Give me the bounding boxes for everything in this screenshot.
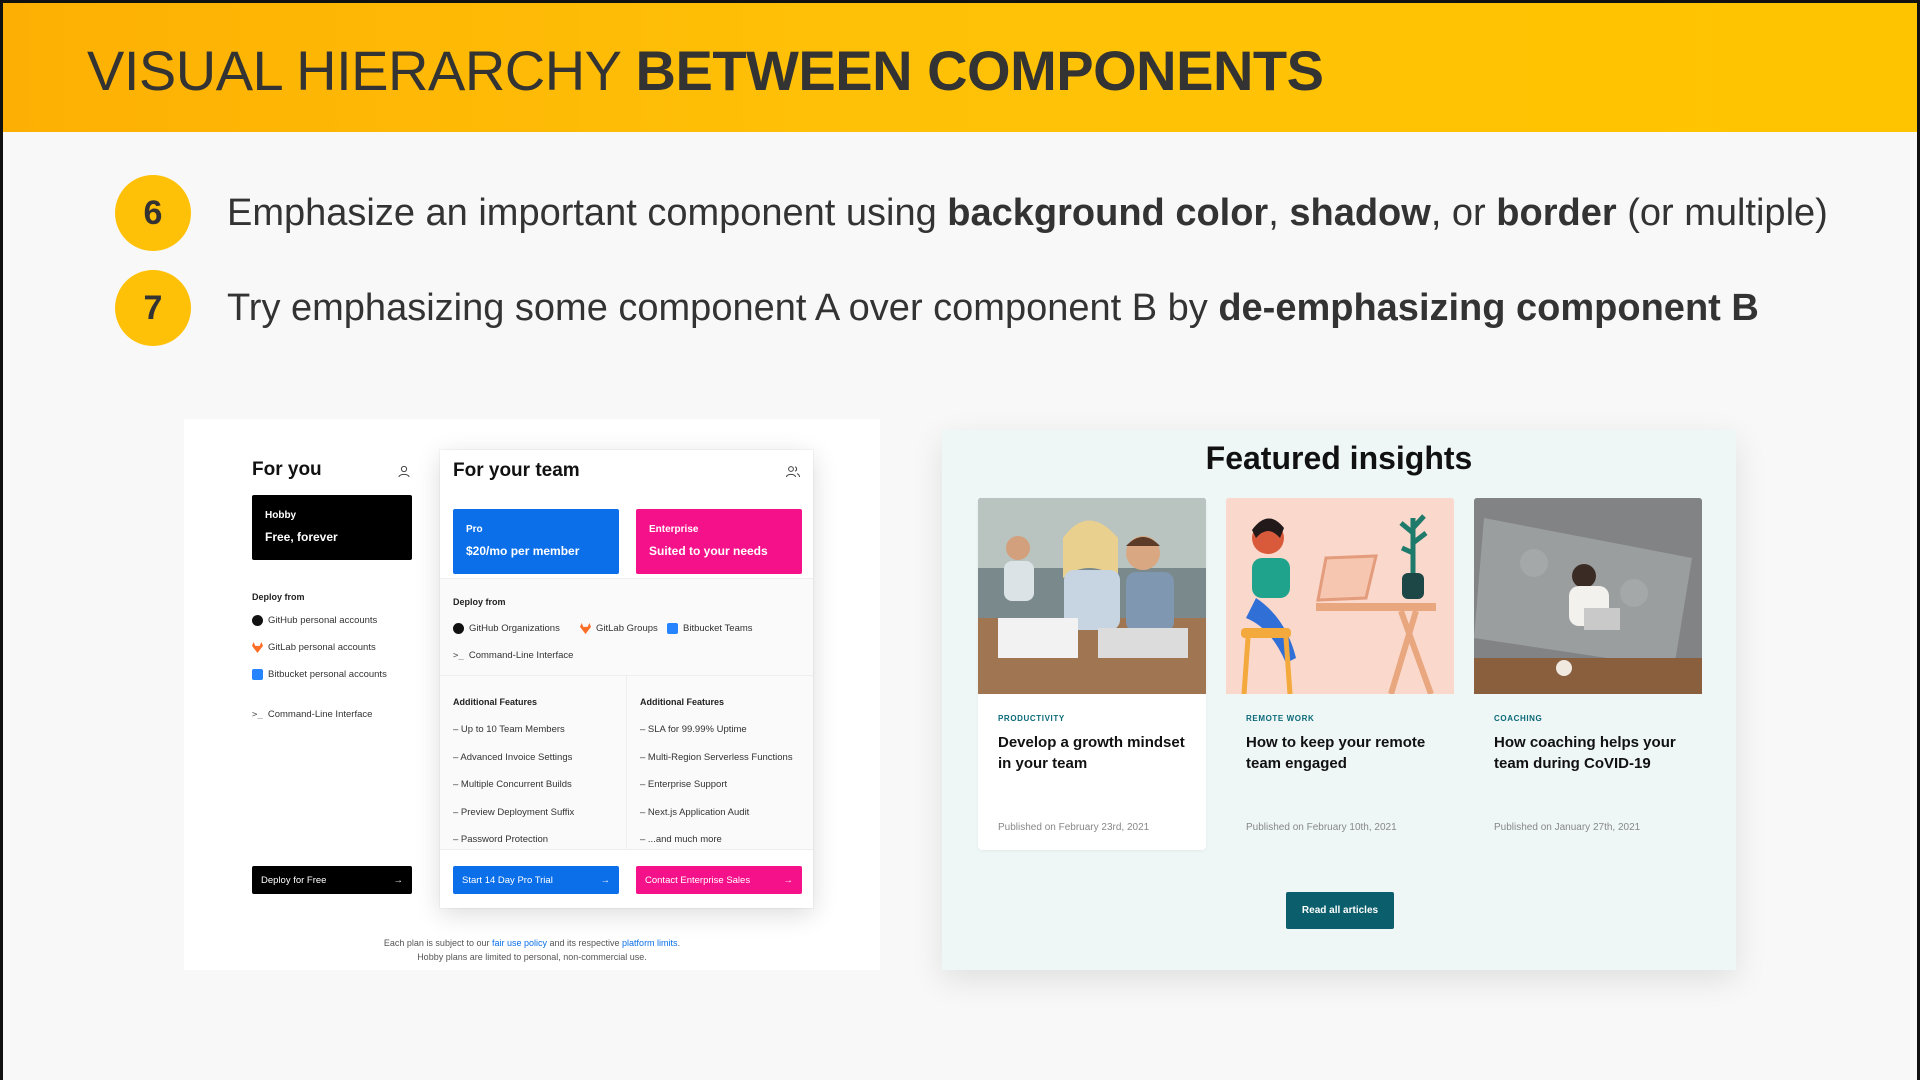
plan-card-hobby[interactable]: Hobby Free, forever	[252, 495, 412, 560]
features-area: Deploy from GitHub Organizations GitLab …	[440, 578, 813, 850]
plan-card-pro[interactable]: Pro $20/mo per member	[453, 509, 619, 574]
gitlab-icon	[252, 642, 263, 653]
user-icon	[398, 465, 410, 478]
article-date: Published on January 27th, 2021	[1494, 822, 1641, 833]
deploy-from-label: Deploy from	[453, 597, 506, 607]
slide-title: VISUAL HIERARCHY BETWEEN COMPONENTS	[87, 39, 1324, 102]
contact-enterprise-button[interactable]: Contact Enterprise Sales →	[636, 866, 802, 894]
feature-item: – Up to 10 Team Members	[453, 724, 565, 735]
features-label: Additional Features	[453, 697, 538, 707]
article-image-team-meeting	[978, 498, 1206, 694]
article-title: How to keep your remote team engaged	[1246, 734, 1426, 772]
source-item: GitHub Organizations	[453, 623, 560, 634]
column-title: For your team	[453, 460, 580, 481]
feature-item: – SLA for 99.99% Uptime	[640, 724, 747, 735]
features-list-enterprise: – SLA for 99.99% Uptime – Multi-Region S…	[640, 724, 793, 862]
arrow-right-icon: →	[783, 874, 794, 886]
article-title: How coaching helps your team during CoVI…	[1494, 734, 1676, 772]
source-item: GitHub personal accounts	[252, 615, 412, 626]
pricing-example-panel: For you Hobby Free, forever Deploy from …	[184, 419, 880, 970]
team-icon	[786, 466, 800, 478]
bitbucket-icon	[252, 669, 263, 680]
platform-limits-link[interactable]: platform limits	[622, 938, 678, 948]
footnote: Each plan is subject to our fair use pol…	[383, 938, 681, 948]
read-all-articles-button[interactable]: Read all articles	[1286, 892, 1394, 929]
article-date: Published on February 10th, 2021	[1246, 822, 1397, 833]
feature-item: – Advanced Invoice Settings	[453, 751, 573, 763]
github-icon	[252, 615, 263, 626]
frame-border-left	[0, 0, 3, 1080]
article-date: Published on February 23rd, 2021	[998, 822, 1150, 833]
features-label: Additional Features	[640, 697, 725, 707]
article-card-featured[interactable]: PRODUCTIVITY Develop a growth mindset in…	[978, 498, 1206, 850]
article-category: REMOTE WORK	[1246, 714, 1315, 723]
plan-column-you: For you Hobby Free, forever Deploy from …	[252, 459, 412, 720]
arrow-right-icon: →	[600, 874, 611, 886]
plan-column-team: For your team Pro $20/mo per member Ente…	[440, 450, 813, 908]
fair-use-link[interactable]: fair use policy	[492, 938, 547, 948]
gitlab-icon	[580, 623, 591, 634]
source-item: >_ Command-Line Interface	[453, 650, 574, 661]
article-title: Develop a growth mindset in your team	[998, 734, 1185, 772]
feature-item: – Multi-Region Serverless Functions	[640, 751, 793, 763]
deploy-free-button[interactable]: Deploy for Free →	[252, 866, 412, 894]
rule-number-badge: 6	[115, 175, 191, 251]
article-image-coaching	[1474, 498, 1702, 694]
bitbucket-icon	[667, 623, 678, 634]
insights-example-panel: Featured insights PRODUCTIVITY Develop a…	[942, 430, 1736, 970]
feature-item: – ...and much more	[640, 834, 722, 845]
source-item: Bitbucket personal accounts	[252, 669, 412, 680]
article-card[interactable]: REMOTE WORK How to keep your remote team…	[1226, 498, 1454, 850]
column-title: For you	[252, 459, 322, 480]
rule-6: 6 Emphasize an important component using…	[115, 175, 1828, 251]
rule-7: 7 Try emphasizing some component A over …	[115, 270, 1759, 346]
feature-item: – Next.js Application Audit	[640, 806, 750, 818]
feature-item: – Preview Deployment Suffix	[453, 806, 575, 818]
source-item: GitLab Groups	[580, 623, 658, 634]
terminal-icon: >_	[252, 709, 263, 720]
terminal-icon: >_	[453, 650, 464, 661]
slide-header: VISUAL HIERARCHY BETWEEN COMPONENTS	[0, 0, 1920, 132]
features-list-pro: – Up to 10 Team Members – Advanced Invoi…	[453, 724, 574, 862]
frame-border-top	[0, 0, 1920, 3]
footnote-line2: Hobby plans are limited to personal, non…	[417, 952, 647, 962]
rule-text: Emphasize an important component using b…	[227, 191, 1828, 234]
github-icon	[453, 623, 464, 634]
source-item: GitLab personal accounts	[252, 642, 412, 653]
plan-card-enterprise[interactable]: Enterprise Suited to your needs	[636, 509, 802, 574]
rule-text: Try emphasizing some component A over co…	[227, 286, 1759, 329]
article-category: COACHING	[1494, 714, 1543, 723]
feature-item: – Password Protection	[453, 834, 549, 845]
deploy-from-label: Deploy from	[252, 592, 305, 602]
divider	[626, 675, 627, 849]
rule-number-badge: 7	[115, 270, 191, 346]
article-card[interactable]: COACHING How coaching helps your team du…	[1474, 498, 1702, 850]
start-pro-trial-button[interactable]: Start 14 Day Pro Trial →	[453, 866, 619, 894]
feature-item: – Enterprise Support	[640, 779, 728, 790]
arrow-right-icon: →	[393, 874, 404, 886]
feature-item: – Multiple Concurrent Builds	[453, 779, 572, 790]
insights-title: Featured insights	[1205, 440, 1473, 476]
article-category: PRODUCTIVITY	[998, 714, 1065, 723]
article-image-remote-work	[1226, 498, 1454, 694]
source-item: >_ Command-Line Interface	[252, 709, 373, 720]
source-item: Bitbucket Teams	[667, 623, 753, 634]
